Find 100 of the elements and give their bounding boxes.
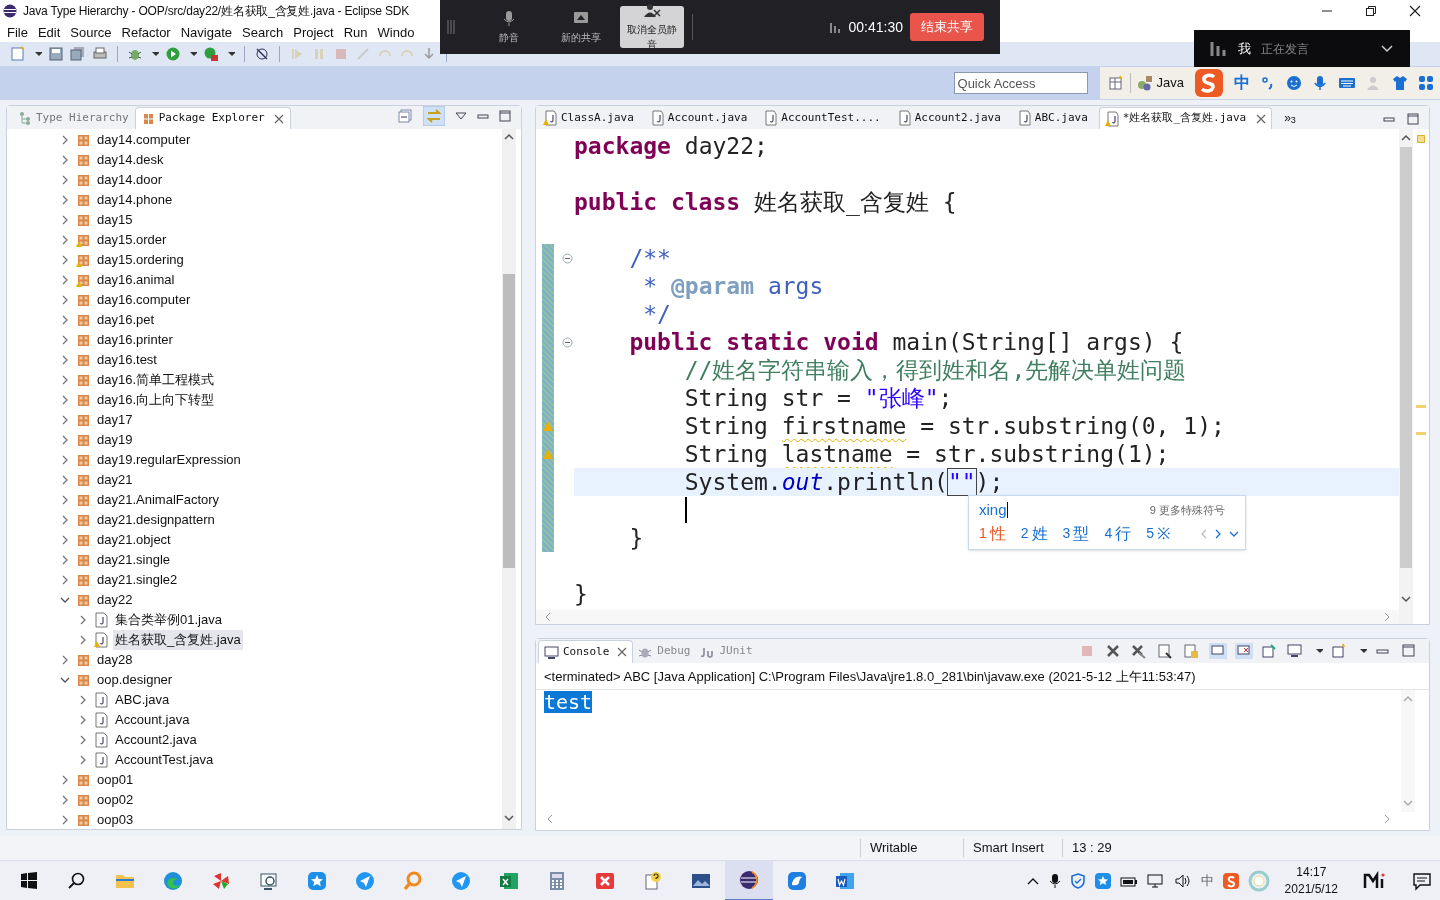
panel-tab[interactable]: Type Hierarchy xyxy=(13,107,135,129)
editor-tab[interactable]: *姓名获取_含复姓.java xyxy=(1098,107,1273,129)
more-tabs-button[interactable]: »$_{3}$ xyxy=(1278,107,1302,129)
tree-item[interactable]: day16.printer xyxy=(95,330,175,350)
tree-item[interactable]: oop03 xyxy=(95,810,136,829)
show-on-error-icon[interactable] xyxy=(1235,643,1253,659)
menu-item[interactable]: Windo xyxy=(372,25,420,39)
minimize-icon[interactable] xyxy=(1383,114,1395,124)
end-share-button[interactable]: 结束共享 xyxy=(910,13,984,41)
minimize-icon[interactable] xyxy=(477,111,489,121)
print-icon[interactable] xyxy=(92,46,108,62)
tree-item[interactable]: day16.animal xyxy=(95,270,177,290)
tree-item[interactable]: day17 xyxy=(95,410,135,430)
input-mode-label[interactable]: 中 xyxy=(1234,71,1250,95)
tree-item[interactable]: day21.single2 xyxy=(95,570,180,590)
tree-item[interactable]: AccountTest.java xyxy=(113,750,216,770)
editor-tab[interactable]: Account.java xyxy=(644,107,753,129)
input-mode-label[interactable]: 中 xyxy=(1200,870,1214,891)
tree-item[interactable]: day14.computer xyxy=(95,130,193,150)
shirt-icon[interactable] xyxy=(1392,75,1408,91)
shield-icon[interactable] xyxy=(1069,872,1086,889)
grid-icon[interactable] xyxy=(1418,75,1434,91)
panel-tab[interactable]: Package Explorer xyxy=(134,107,291,129)
star-app-icon[interactable] xyxy=(1094,872,1111,889)
close-icon[interactable] xyxy=(1408,4,1422,18)
tree-item[interactable]: day16.向上向下转型 xyxy=(95,390,217,410)
tree-item[interactable]: day28 xyxy=(95,650,135,670)
save-icon[interactable] xyxy=(48,46,64,62)
vertical-scrollbar[interactable] xyxy=(1399,129,1413,624)
run-icon[interactable] xyxy=(165,46,181,62)
microphone-icon[interactable] xyxy=(1048,872,1061,889)
editor-tab[interactable]: ClassA.java xyxy=(538,107,639,129)
tree-item[interactable]: oop01 xyxy=(95,770,136,790)
vertical-scrollbar[interactable] xyxy=(1401,689,1415,812)
tree-item[interactable]: Account2.java xyxy=(113,730,199,750)
clock[interactable]: 14:17 2021/5/12 xyxy=(1278,863,1344,898)
tree-item[interactable]: day14.door xyxy=(95,170,165,190)
ime-hint[interactable]: 9 更多特殊符号 xyxy=(1149,501,1235,519)
menu-item[interactable]: Source xyxy=(65,25,117,39)
editor-tab[interactable]: ABC.java xyxy=(1011,107,1093,129)
menu-item[interactable]: Search xyxy=(237,25,289,39)
tree-item[interactable]: Account.java xyxy=(113,710,192,730)
display-console-icon[interactable] xyxy=(1287,643,1305,659)
taskbar-button[interactable] xyxy=(725,860,773,900)
collapse-all-icon[interactable] xyxy=(397,108,413,124)
editor-tab[interactable]: AccountTest.... xyxy=(758,107,886,129)
menu-item[interactable]: File xyxy=(2,25,33,39)
notification-icon[interactable] xyxy=(1412,870,1432,891)
tree-item[interactable]: oop02 xyxy=(95,790,136,810)
scroll-lock-icon[interactable] xyxy=(1183,643,1201,659)
java-perspective-button[interactable]: Java xyxy=(1136,73,1184,93)
tree-item[interactable]: day22 xyxy=(95,590,135,610)
tree-item[interactable]: day15.order xyxy=(95,230,169,250)
quick-access-field[interactable]: Quick Access xyxy=(953,72,1088,94)
save-all-icon[interactable] xyxy=(70,46,86,62)
tree-item[interactable]: 姓名获取_含复姓.java xyxy=(113,630,243,650)
ime-candidate[interactable]: 4 行 xyxy=(1104,521,1132,546)
coverage-icon[interactable] xyxy=(203,46,219,62)
tree-item[interactable]: day14.desk xyxy=(95,150,166,170)
tree-item[interactable]: day16.computer xyxy=(95,290,193,310)
tree-item[interactable]: day21.single xyxy=(95,550,172,570)
tree-item[interactable]: day14.phone xyxy=(95,190,175,210)
step-return-icon[interactable] xyxy=(421,46,437,62)
tree-item[interactable]: ABC.java xyxy=(113,690,172,710)
tree-item[interactable]: day15 xyxy=(95,210,135,230)
maximize-icon[interactable] xyxy=(1364,4,1378,18)
menu-item[interactable]: Project xyxy=(288,25,339,39)
meeting-button[interactable]: 新的共享 xyxy=(548,6,614,48)
ime-candidate[interactable]: 1 性 xyxy=(979,521,1006,546)
open-perspective-icon[interactable] xyxy=(1107,75,1124,91)
console-tab[interactable]: Console xyxy=(538,640,634,663)
next-page-icon[interactable] xyxy=(1214,527,1222,540)
menu-item[interactable]: Navigate xyxy=(175,25,237,39)
tree-item[interactable]: day21.AnimalFactory xyxy=(95,490,222,510)
tree-item[interactable]: day19 xyxy=(95,430,135,450)
tree-item[interactable]: day21 xyxy=(95,470,135,490)
menu-item[interactable]: Refactor xyxy=(116,25,176,39)
mi-logo-icon[interactable] xyxy=(1363,870,1387,891)
tree-item[interactable]: oop.designer xyxy=(95,670,175,690)
tree-item[interactable]: day16.test xyxy=(95,350,159,370)
smiley-icon[interactable] xyxy=(1286,75,1302,91)
drag-handle-icon[interactable] xyxy=(446,19,456,35)
speaker-icon[interactable] xyxy=(1173,872,1192,889)
sogou-logo-icon[interactable] xyxy=(1222,872,1239,889)
tree-item[interactable]: day16.pet xyxy=(95,310,157,330)
pin-console-icon[interactable] xyxy=(1209,643,1227,659)
fold-icon[interactable] xyxy=(562,252,573,264)
tree-item[interactable]: 集合类举例01.java xyxy=(113,610,224,630)
ime-candidate[interactable]: 5 ※ xyxy=(1146,521,1170,546)
view-menu-icon[interactable] xyxy=(455,111,467,121)
ime-candidate[interactable]: 2 姓 xyxy=(1020,521,1048,546)
ime-candidate[interactable]: 3 型 xyxy=(1062,521,1090,546)
menu-item[interactable]: Run xyxy=(338,25,373,39)
chevron-down-icon[interactable] xyxy=(1380,43,1394,54)
tree-item[interactable]: day21.designpattern xyxy=(95,510,217,530)
menu-item[interactable]: Edit xyxy=(32,25,66,39)
meeting-button[interactable]: 静音 xyxy=(476,6,542,48)
fold-icon[interactable] xyxy=(562,336,573,348)
scrollbar[interactable] xyxy=(502,129,516,829)
tree-item[interactable]: day16.简单工程模式 xyxy=(95,370,217,390)
